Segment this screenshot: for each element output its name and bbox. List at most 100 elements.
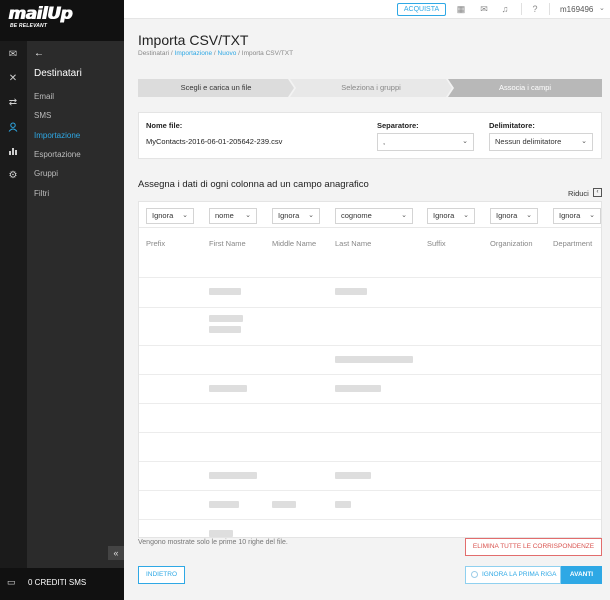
ignore-first-row-toggle[interactable]: IGNORA LA PRIMA RIGA <box>465 566 561 584</box>
ignore-first-row-label: IGNORA LA PRIMA RIGA <box>482 571 557 578</box>
file-name-value: MyContacts-2016-06-01-205642-239.csv <box>146 137 283 146</box>
collapse-sidebar-icon[interactable]: « <box>108 546 124 560</box>
back-arrow-icon[interactable]: ← <box>34 48 44 59</box>
divider <box>549 3 550 15</box>
sidebar: ← Destinatari Email SMS Importazione Esp… <box>27 41 124 568</box>
chevron-down-icon: ⌄ <box>462 138 468 145</box>
column-select-organization[interactable]: Ignora ⌄ <box>490 208 538 224</box>
sms-credits-label: 0 CREDITI SMS <box>28 578 87 587</box>
column-header-first-name: First Name <box>209 239 246 248</box>
select-value: Ignora <box>433 211 455 220</box>
top-bar: ACQUISTA ▦ ✉ ♫ ? m169496 ⌄ <box>124 0 610 19</box>
sidebar-item-importazione[interactable]: Importazione <box>34 131 80 140</box>
redacted-cell <box>209 288 241 295</box>
delete-all-mappings-button[interactable]: ELIMINA TUTTE LE CORRISPONDENZE <box>465 538 602 556</box>
sidebar-item-sms[interactable]: SMS <box>34 111 51 120</box>
chevron-down-icon: ⌄ <box>581 138 587 145</box>
redacted-cell <box>335 288 367 295</box>
step-upload-file[interactable]: Scegli e carica un file <box>138 79 294 97</box>
sidebar-title: Destinatari <box>34 68 82 79</box>
breadcrumb-separator: / <box>213 50 216 57</box>
column-header-department: Department <box>553 239 593 248</box>
column-header-suffix: Suffix <box>427 239 446 248</box>
preview-note: Vengono mostrate solo le prime 10 righe … <box>138 539 288 546</box>
brand-logo[interactable]: mailUp BE RELEVANT <box>8 5 78 31</box>
breadcrumb-nuovo[interactable]: Nuovo <box>218 50 237 57</box>
sidebar-item-esportazione[interactable]: Esportazione <box>34 150 81 159</box>
step-map-fields[interactable]: Associa i campi <box>448 79 602 97</box>
collapse-icon[interactable]: ‹ <box>593 188 602 197</box>
breadcrumb: Destinatari / Importazione / Nuovo / Imp… <box>138 50 293 57</box>
separator-select[interactable]: , ⌄ <box>377 133 474 151</box>
calendar-icon[interactable]: ▦ <box>455 3 467 15</box>
row-divider <box>139 307 601 308</box>
column-header-middle-name: Middle Name <box>272 239 317 248</box>
mail-icon[interactable]: ✉ <box>478 3 490 15</box>
logo-text: mailUp <box>8 4 72 24</box>
row-divider <box>139 374 601 375</box>
messages-icon[interactable]: ✉ <box>6 47 20 61</box>
row-divider <box>139 461 601 462</box>
select-value: Ignora <box>152 211 174 220</box>
row-divider <box>139 432 601 433</box>
select-value: Ignora <box>278 211 300 220</box>
bell-icon[interactable]: ♫ <box>499 3 511 15</box>
chevron-down-icon: ⌄ <box>526 212 532 219</box>
redacted-cell <box>335 472 371 479</box>
collapse-label[interactable]: Riduci <box>568 189 589 198</box>
chevron-down-icon[interactable]: ⌄ <box>599 4 605 12</box>
column-select-last-name[interactable]: cognome ⌄ <box>335 208 413 224</box>
redacted-cell <box>209 472 257 479</box>
wizard-steps: Scegli e carica un file Seleziona i grup… <box>138 79 602 97</box>
chevron-down-icon: ⌄ <box>401 212 407 219</box>
mapping-grid[interactable]: Ignora ⌄ nome ⌄ Ignora ⌄ cognome ⌄ Ignora ⌄ I… <box>138 201 602 538</box>
column-header-prefix: Prefix <box>146 239 166 248</box>
sidebar-item-gruppi[interactable]: Gruppi <box>34 169 58 178</box>
back-button[interactable]: INDIETRO <box>138 566 185 584</box>
column-header-last-name: Last Name <box>335 239 372 248</box>
help-icon[interactable]: ? <box>529 3 541 15</box>
column-select-first-name[interactable]: nome ⌄ <box>209 208 257 224</box>
separator-label: Separatore: <box>377 121 419 130</box>
page-title: Importa CSV/TXT <box>138 32 249 48</box>
mapping-title: Assegna i dati di ogni colonna ad un cam… <box>138 179 369 190</box>
column-select-department[interactable]: Ignora ⌄ <box>553 208 601 224</box>
chevron-down-icon: ⌄ <box>308 212 314 219</box>
file-name-label: Nome file: <box>146 121 183 130</box>
row-divider <box>139 345 601 346</box>
column-select-middle-name[interactable]: Ignora ⌄ <box>272 208 320 224</box>
sms-credits[interactable]: ▭ 0 CREDITI SMS <box>0 568 124 600</box>
next-button[interactable]: AVANTI <box>561 566 602 584</box>
buy-button[interactable]: ACQUISTA <box>397 3 446 16</box>
tools-icon[interactable]: ✕ <box>6 71 20 85</box>
column-select-suffix[interactable]: Ignora ⌄ <box>427 208 475 224</box>
breadcrumb-separator: / <box>170 50 173 57</box>
user-icon[interactable] <box>6 120 20 134</box>
shuffle-icon[interactable]: ⇄ <box>6 95 20 109</box>
separator-value: , <box>383 137 386 146</box>
redacted-cell <box>209 501 239 508</box>
logo-area: mailUp BE RELEVANT <box>0 0 124 41</box>
breadcrumb-root[interactable]: Destinatari <box>138 50 169 57</box>
sidebar-item-email[interactable]: Email <box>34 92 54 101</box>
stats-icon[interactable] <box>6 144 20 158</box>
file-settings-panel: Nome file: MyContacts-2016-06-01-205642-… <box>138 112 602 159</box>
column-select-prefix[interactable]: Ignora ⌄ <box>146 208 194 224</box>
row-divider <box>139 490 601 491</box>
delimiter-select[interactable]: Nessun delimitatore ⌄ <box>489 133 593 151</box>
settings-icon[interactable]: ⚙ <box>6 168 20 182</box>
breadcrumb-separator: / <box>238 50 240 57</box>
column-select-row: Ignora ⌄ nome ⌄ Ignora ⌄ cognome ⌄ Ignora ⌄ I… <box>139 202 601 228</box>
step-select-groups[interactable]: Seleziona i gruppi <box>290 79 452 97</box>
redacted-cell <box>209 315 243 322</box>
delimiter-value: Nessun delimitatore <box>495 137 562 146</box>
redacted-cell <box>335 501 351 508</box>
icon-rail: ✉ ✕ ⇄ ⚙ <box>0 0 27 600</box>
breadcrumb-importazione[interactable]: Importazione <box>175 50 213 57</box>
select-value: Ignora <box>496 211 518 220</box>
checkbox-icon[interactable] <box>471 571 478 578</box>
sidebar-item-filtri[interactable]: Filtri <box>34 189 49 198</box>
username[interactable]: m169496 <box>560 5 593 14</box>
row-divider <box>139 403 601 404</box>
redacted-cell <box>272 501 296 508</box>
